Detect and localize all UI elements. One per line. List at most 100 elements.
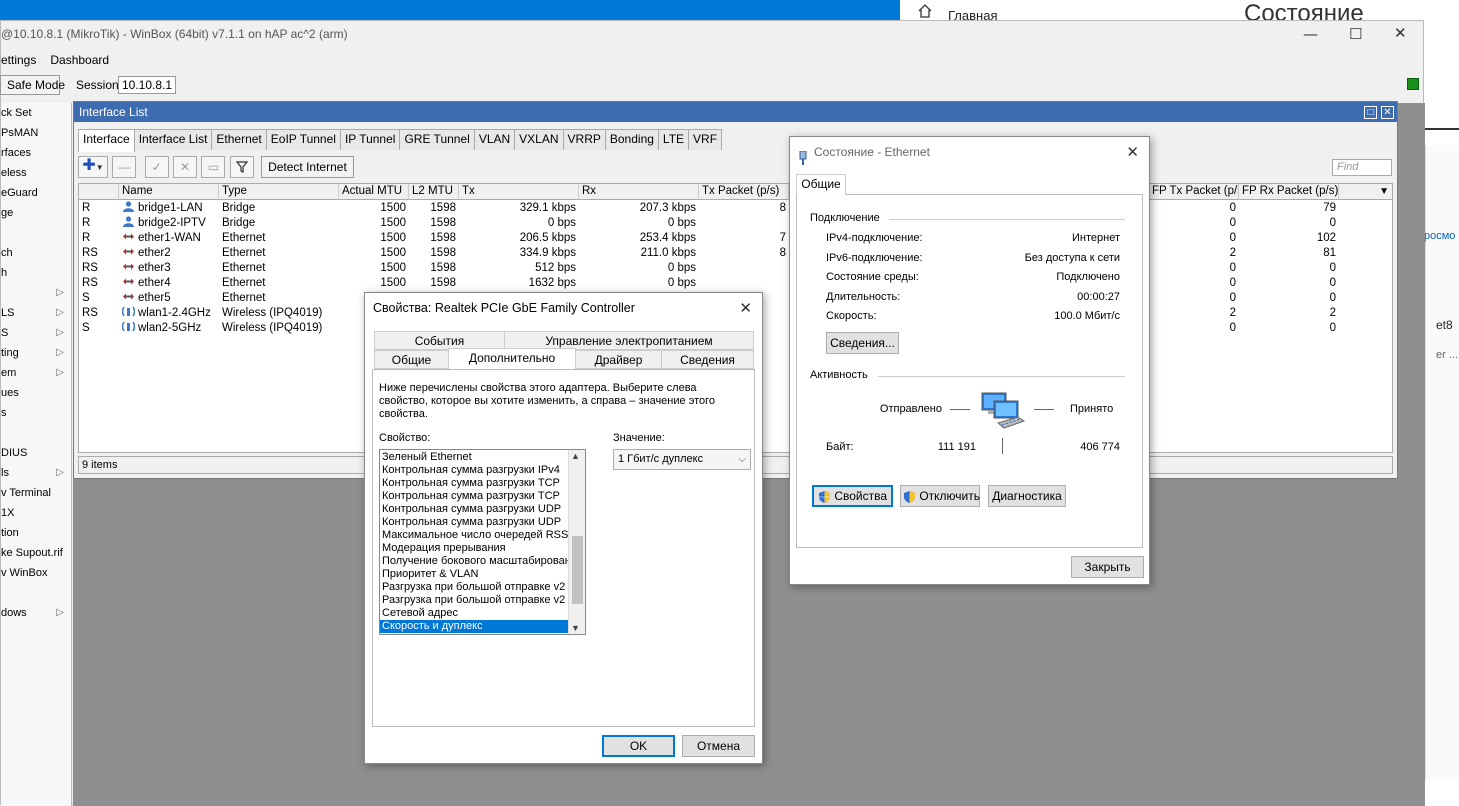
table-row[interactable]: Rbridge2-IPTV Bridge 1500 1598 0 bps 0 bps 0 0 xyxy=(79,216,1392,231)
tab-bonding[interactable]: Bonding xyxy=(604,129,659,150)
close-icon[interactable]: ✕ xyxy=(1381,106,1394,119)
sidebar-item[interactable]: ues xyxy=(1,383,71,403)
disable-icon[interactable]: ✕ xyxy=(173,156,198,178)
sidebar-item[interactable]: S ▷ xyxy=(1,323,71,343)
table-row[interactable]: Rether1-WAN Ethernet 1500 1598 206.5 kbps 253… xyxy=(79,231,1392,246)
sidebar-item[interactable]: ge xyxy=(1,203,71,223)
sidebar-item[interactable]: em ▷ xyxy=(1,363,71,383)
sidebar-item[interactable]: rfaces xyxy=(1,143,71,163)
sidebar-item[interactable]: ck Set xyxy=(1,103,71,123)
sidebar-item[interactable]: ke Supout.rif xyxy=(1,543,71,563)
close-icon[interactable]: ✕ xyxy=(1394,24,1407,42)
tab-gre-tunnel[interactable]: GRE Tunnel xyxy=(399,129,475,150)
property-item[interactable]: Скорость и дуплекс xyxy=(380,620,568,633)
sidebar-item[interactable]: s xyxy=(1,403,71,423)
column-header[interactable]: Tx xyxy=(459,184,579,200)
maximize-icon[interactable]: □ xyxy=(1364,106,1377,119)
tab-vrf[interactable]: VRF xyxy=(688,129,723,150)
cancel-button[interactable]: Отмена xyxy=(682,735,755,757)
column-header[interactable]: Rx xyxy=(579,184,699,200)
property-item[interactable]: Контрольная сумма разгрузки IPv4 xyxy=(380,464,568,477)
tab-vrrp[interactable]: VRRP xyxy=(562,129,606,150)
scrollbar-thumb[interactable] xyxy=(572,536,583,604)
sidebar-item[interactable] xyxy=(1,223,71,243)
tab-interface-list[interactable]: Interface List xyxy=(133,129,213,150)
property-item[interactable]: Максимальное число очередей RSS xyxy=(380,529,568,542)
sidebar-item[interactable]: h xyxy=(1,263,71,283)
column-chooser[interactable]: ▼ xyxy=(1339,184,1392,200)
safe-mode-button[interactable]: Safe Mode xyxy=(0,75,65,95)
tab-ip-tunnel[interactable]: IP Tunnel xyxy=(339,129,401,150)
remove-icon[interactable]: — xyxy=(112,156,137,178)
table-row[interactable]: Rbridge1-LAN Bridge 1500 1598 329.1 kbps 207.… xyxy=(79,201,1392,216)
tab-ethernet[interactable]: Ethernet xyxy=(211,129,267,150)
diagnose-button[interactable]: Диагностика xyxy=(988,485,1066,507)
sidebar-item[interactable]: PsMAN xyxy=(1,123,71,143)
details-button[interactable]: Сведения... xyxy=(826,332,899,354)
minimize-icon[interactable]: — xyxy=(1303,25,1318,43)
sidebar-item[interactable]: ting ▷ xyxy=(1,343,71,363)
property-item[interactable]: Сетевой адрес xyxy=(380,607,568,620)
detect-internet-button[interactable]: Detect Internet xyxy=(261,156,354,178)
session-field[interactable]: 10.10.8.1 xyxy=(118,76,177,94)
enable-icon[interactable]: ✓ xyxy=(144,156,169,178)
sidebar-item[interactable]: eGuard xyxy=(1,183,71,203)
comment-icon[interactable]: ▭ xyxy=(201,156,226,178)
tab-vlan[interactable]: VLAN xyxy=(473,129,516,150)
tab-advanced[interactable]: Дополнительно xyxy=(448,348,576,369)
ok-button[interactable]: OK xyxy=(602,735,675,757)
property-item[interactable]: Контрольная сумма разгрузки UDP xyxy=(380,516,568,529)
column-header[interactable]: Type xyxy=(219,184,339,200)
table-row[interactable]: RS ether3 Ethernet 1500 1598 512 bps 0 bps 0 0 xyxy=(79,261,1392,276)
table-row[interactable]: RS ether4 Ethernet 1500 1598 1632 bps 0 bps 0 0 xyxy=(79,276,1392,291)
sidebar-item[interactable]: v Terminal xyxy=(1,483,71,503)
sidebar-item[interactable]: dows ▷ xyxy=(1,603,71,623)
close-icon[interactable]: ✕ xyxy=(739,299,752,317)
add-button[interactable]: ✚▼ xyxy=(78,156,108,178)
property-item[interactable]: Разгрузка при большой отправке v2 xyxy=(380,594,568,607)
tab-general[interactable]: Общие xyxy=(374,350,449,369)
sidebar-item[interactable]: 1X xyxy=(1,503,71,523)
find-input[interactable]: Find xyxy=(1332,159,1392,176)
property-list[interactable]: Зеленый Ethernet Контрольная сумма разгру… xyxy=(379,449,586,635)
menu-dashboard[interactable]: Dashboard xyxy=(50,53,109,67)
sidebar-item[interactable] xyxy=(1,583,71,603)
tab-lte[interactable]: LTE xyxy=(657,129,690,150)
tab-driver[interactable]: Драйвер xyxy=(575,350,662,369)
scrollbar[interactable]: ▲ ▼ xyxy=(568,450,585,634)
property-item[interactable]: Контрольная сумма разгрузки UDP xyxy=(380,503,568,516)
property-item[interactable]: Приоритет & VLAN xyxy=(380,568,568,581)
column-header[interactable]: Name xyxy=(119,184,219,200)
column-header[interactable] xyxy=(79,184,119,200)
column-header[interactable]: FP Tx Packet (p/s) xyxy=(1149,184,1239,200)
disable-button[interactable]: Отключить xyxy=(900,485,980,507)
chevron-down-icon[interactable]: ▼ xyxy=(571,623,580,633)
property-item[interactable]: Получение бокового масштабирования xyxy=(380,555,568,568)
chevron-up-icon[interactable]: ▲ xyxy=(571,451,580,461)
tab-vxlan[interactable]: VXLAN xyxy=(514,129,564,150)
property-item[interactable]: Разгрузка при большой отправке v2 xyxy=(380,581,568,594)
column-header[interactable]: Actual MTU xyxy=(339,184,409,200)
value-select[interactable]: 1 Гбит/с дуплекс ⌵ xyxy=(613,449,751,470)
sidebar-item[interactable]: v WinBox xyxy=(1,563,71,583)
background-link[interactable]: росмо xyxy=(1424,230,1455,242)
close-button[interactable]: Закрыть xyxy=(1071,556,1144,578)
sidebar-item[interactable]: eless xyxy=(1,163,71,183)
sidebar-item[interactable]: ▷ xyxy=(1,283,71,303)
properties-button[interactable]: Свойства xyxy=(812,485,893,507)
column-header[interactable]: FP Rx Packet (p/s) xyxy=(1239,184,1339,200)
sidebar-item[interactable]: ls ▷ xyxy=(1,463,71,483)
tab-general[interactable]: Общие xyxy=(796,174,846,195)
property-item[interactable]: Контрольная сумма разгрузки TCP xyxy=(380,477,568,490)
property-item[interactable]: Контрольная сумма разгрузки TCP xyxy=(380,490,568,503)
property-item[interactable]: Модерация прерывания xyxy=(380,542,568,555)
table-row[interactable]: RS ether2 Ethernet 1500 1598 334.9 kbps 211.0 … xyxy=(79,246,1392,261)
tab-interface[interactable]: Interface xyxy=(78,129,135,152)
column-header[interactable]: Tx Packet (p/s) xyxy=(699,184,789,200)
sidebar-item[interactable]: LS ▷ xyxy=(1,303,71,323)
column-header[interactable]: L2 MTU xyxy=(409,184,459,200)
menu-settings[interactable]: ettings xyxy=(1,53,36,67)
sidebar-item[interactable] xyxy=(1,423,71,443)
maximize-icon[interactable]: ☐ xyxy=(1349,25,1362,43)
tab-details[interactable]: Сведения xyxy=(661,350,754,369)
